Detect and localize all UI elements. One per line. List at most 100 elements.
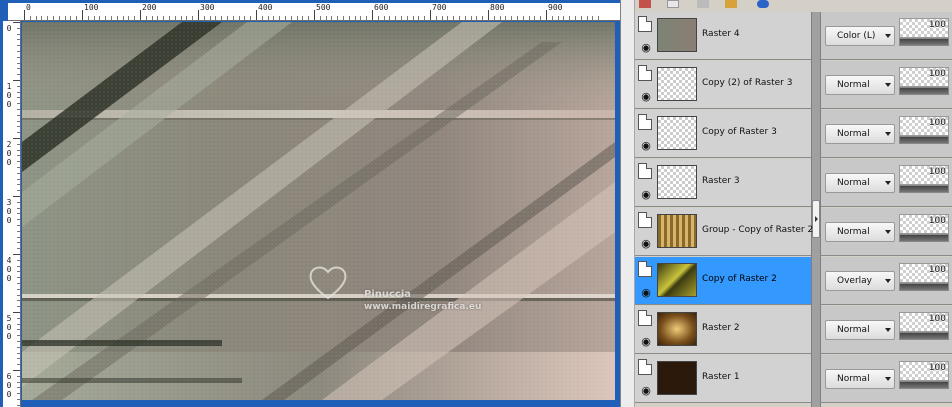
image-canvas[interactable]: Pinuccia www.maidiregrafica.eu: [22, 22, 615, 400]
opacity-field[interactable]: 100: [899, 18, 949, 38]
blend-mode-select[interactable]: Normal: [825, 75, 895, 95]
ruler-minor-tick: [99, 16, 101, 20]
opacity-value: 100: [928, 314, 946, 324]
layer-row[interactable]: ◉ Raster 3 Normal 100: [635, 159, 952, 208]
ruler-minor-tick: [17, 352, 20, 354]
layer-row[interactable]: ◉ Copy of Raster 2 Overlay 100: [635, 257, 952, 306]
blend-mode-value: Normal: [837, 325, 870, 335]
eye-icon[interactable]: ◉: [638, 90, 654, 103]
opacity-slider[interactable]: [899, 185, 949, 193]
layer-row[interactable]: ◉ Raster 4 Color (L) 100: [635, 12, 952, 61]
opacity-slider[interactable]: [899, 332, 949, 340]
ruler-minor-tick: [522, 16, 524, 20]
ruler-minor-tick: [17, 178, 20, 180]
ruler-minor-tick: [406, 16, 408, 20]
ruler-minor-tick: [64, 16, 66, 20]
ruler-minor-tick: [17, 317, 20, 319]
canvas-workspace[interactable]: 0 100 200 300 400 500 600 700 800 900 0 1 0 0 2 0 0…: [0, 0, 620, 407]
layer-thumbnail: [657, 116, 697, 150]
panel-gutter: [621, 0, 635, 407]
layer-info[interactable]: ◉ Copy (2) of Raster 3: [635, 61, 811, 109]
opacity-field[interactable]: 100: [899, 263, 949, 283]
ruler-minor-tick: [17, 132, 20, 134]
link-icon[interactable]: [697, 0, 709, 8]
blend-mode-select[interactable]: Color (L): [825, 26, 895, 46]
ruler-minor-tick: [337, 16, 339, 20]
blend-mode-select[interactable]: Normal: [825, 124, 895, 144]
ruler-minor-tick: [17, 329, 20, 331]
ruler-label: 700: [432, 3, 447, 12]
ruler-minor-tick: [122, 16, 124, 20]
layer-name: Raster 2: [702, 323, 740, 333]
layer-properties: Normal 100: [821, 306, 952, 354]
blend-mode-select[interactable]: Normal: [825, 369, 895, 389]
blend-mode-select[interactable]: Normal: [825, 320, 895, 340]
layer-row[interactable]: ◉ Copy of Raster 3 Normal 100: [635, 110, 952, 159]
lock-icon[interactable]: [725, 0, 737, 8]
raster-layer-icon: [638, 65, 652, 81]
opacity-slider[interactable]: [899, 136, 949, 144]
layer-info[interactable]: ◉ Raster 2: [635, 306, 811, 354]
blend-mode-select[interactable]: Normal: [825, 222, 895, 242]
layer-info[interactable]: ◉ Copy of Raster 2: [635, 257, 811, 305]
opacity-slider[interactable]: [899, 381, 949, 389]
eye-icon[interactable]: ◉: [638, 286, 654, 299]
opacity-slider[interactable]: [899, 87, 949, 95]
globe-icon[interactable]: [757, 0, 769, 8]
ruler-minor-tick: [17, 51, 20, 52]
ruler-minor-tick: [17, 277, 20, 279]
ruler-label: 800: [490, 3, 505, 12]
opacity-slider[interactable]: [899, 38, 949, 46]
blend-mode-value: Normal: [837, 80, 870, 90]
ruler-label: 0: [26, 3, 31, 12]
opacity-field[interactable]: 100: [899, 67, 949, 87]
layer-info[interactable]: ◉ Group - Copy of Raster 2: [635, 208, 813, 256]
opacity-field[interactable]: 100: [899, 214, 949, 234]
new-layer-icon[interactable]: [639, 0, 651, 8]
ruler-tick: [24, 10, 25, 20]
opacity-slider[interactable]: [899, 283, 949, 291]
layer-info[interactable]: ◉ Raster 4: [635, 12, 811, 60]
opacity-slider[interactable]: [899, 234, 949, 242]
opacity-field[interactable]: 100: [899, 312, 949, 332]
ruler-tick: [13, 80, 20, 81]
ruler-minor-tick: [17, 91, 20, 93]
ruler-minor-tick: [482, 16, 484, 20]
ruler-minor-tick: [273, 16, 275, 20]
layer-info[interactable]: ◉ Copy of Raster 3: [635, 110, 811, 158]
ruler-minor-tick: [505, 16, 507, 20]
layer-row[interactable]: ◉ Raster 1 Normal 100: [635, 355, 952, 404]
eye-icon[interactable]: ◉: [638, 41, 654, 54]
layer-row[interactable]: ◉ Raster 2 Normal 100: [635, 306, 952, 355]
ruler-minor-tick: [534, 16, 536, 20]
ruler-minor-tick: [470, 16, 472, 20]
blend-mode-select[interactable]: Normal: [825, 173, 895, 193]
opacity-field[interactable]: 100: [899, 361, 949, 381]
layer-row[interactable]: ◉ Copy (2) of Raster 3 Normal 100: [635, 61, 952, 110]
ruler-label: 3 0 0: [6, 198, 12, 225]
ruler-minor-tick: [348, 16, 350, 20]
layer-info[interactable]: ◉ Raster 1: [635, 355, 811, 403]
ruler-tick: [372, 10, 373, 20]
ruler-minor-tick: [151, 16, 153, 20]
eye-icon[interactable]: ◉: [638, 139, 654, 152]
ruler-minor-tick: [174, 16, 176, 20]
ruler-tick: [13, 138, 20, 139]
layer-name: Copy of Raster 2: [702, 274, 777, 284]
ruler-minor-tick: [232, 16, 234, 20]
opacity-field[interactable]: 100: [899, 165, 949, 185]
eye-icon[interactable]: ◉: [638, 237, 654, 250]
opacity-field[interactable]: 100: [899, 116, 949, 136]
blend-mode-select[interactable]: Overlay: [825, 271, 895, 291]
chevron-down-icon: [885, 83, 891, 87]
eye-icon[interactable]: ◉: [638, 335, 654, 348]
layer-row[interactable]: ◉ Group - Copy of Raster 2 Normal 100: [635, 208, 952, 257]
layer-thumbnail: [657, 312, 697, 346]
ruler-minor-tick: [17, 236, 20, 238]
ruler-minor-tick: [17, 265, 20, 267]
layer-info[interactable]: ◉ Raster 3: [635, 159, 811, 207]
ruler-tick: [140, 10, 141, 20]
eye-icon[interactable]: ◉: [638, 384, 654, 397]
duplicate-layer-icon[interactable]: [667, 0, 679, 8]
eye-icon[interactable]: ◉: [638, 188, 654, 201]
